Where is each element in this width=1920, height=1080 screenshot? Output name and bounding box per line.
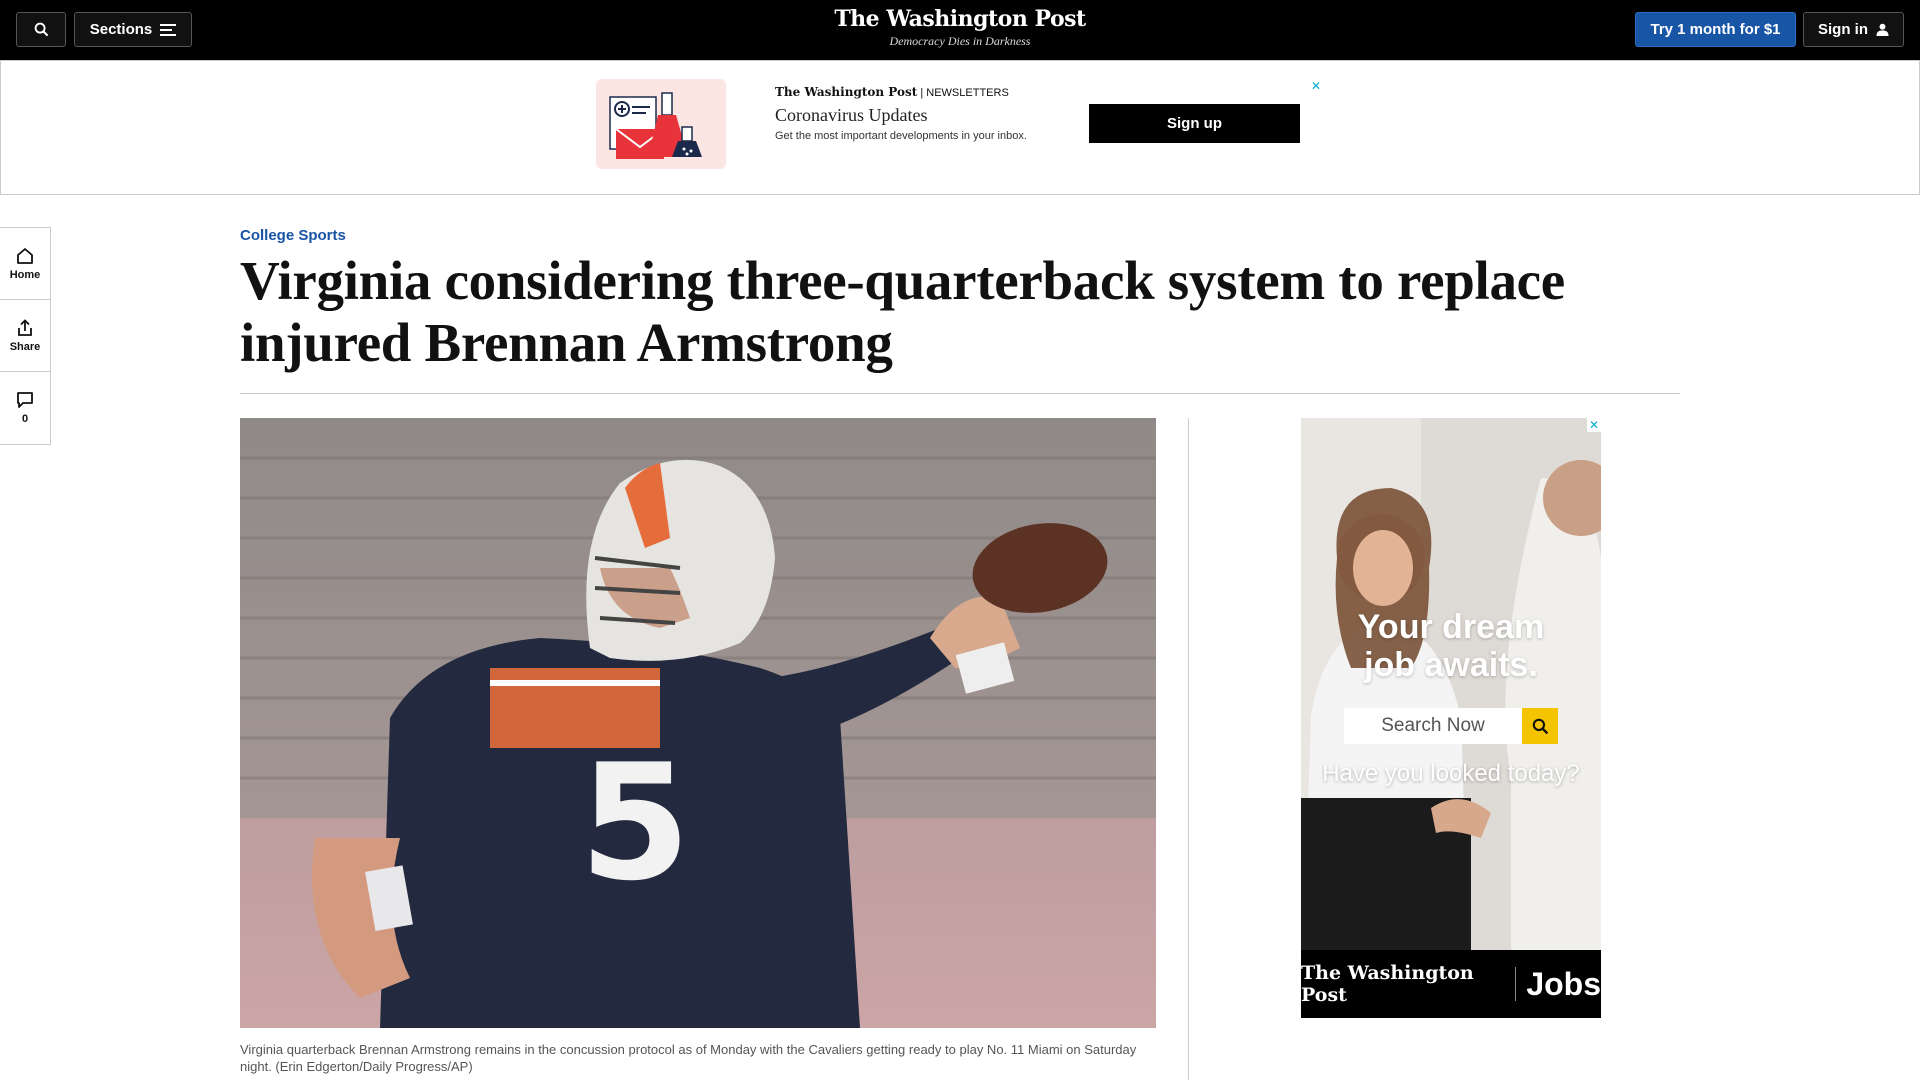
column-divider [1188,418,1189,1080]
newsletter-brand-name: The Washington Post [775,85,918,99]
jobs-ad-subline: Have you looked today? [1322,760,1580,787]
jobs-ad-search[interactable]: Search Now [1344,708,1558,744]
rail-home-label: Home [9,268,41,281]
photo-jersey-number: 5 [579,729,690,916]
sign-in-button[interactable]: Sign in [1803,12,1904,47]
jobs-ad-product: Jobs [1526,965,1601,1002]
sign-in-label: Sign in [1818,21,1868,38]
sections-button[interactable]: Sections [74,12,192,47]
newsletter-description: Get the most important developments in y… [775,130,1027,142]
rail-comments-count: 0 [21,413,29,425]
rail-share-button[interactable]: Share [0,300,50,372]
lead-photo: 5 [240,418,1156,1028]
jobs-ad-footer: The Washington Post Jobs [1301,950,1601,1018]
home-icon [17,247,33,264]
jobs-ad-separator [1515,967,1517,1001]
sections-label: Sections [89,21,153,38]
jobs-ad[interactable]: ✕ Your dream job awaits. Search Now Have… [1301,418,1601,1018]
jobs-ad-search-field[interactable]: Search Now [1344,708,1522,744]
jobs-ad-headline: Your dream job awaits. [1301,608,1601,684]
menu-icon [160,23,177,36]
top-navigation-bar: Sections The Washington Post Democracy D… [0,0,1920,60]
article-headline: Virginia considering three-quarterback s… [240,250,1565,373]
rail-comments-button[interactable]: 0 [0,372,50,444]
jobs-ad-search-button[interactable] [1522,708,1558,744]
headline-divider [240,393,1680,394]
subscribe-button[interactable]: Try 1 month for $1 [1635,12,1796,47]
article-kicker-link[interactable]: College Sports [240,227,346,244]
jobs-ad-headline-line1: Your dream [1357,608,1545,646]
newsletter-signup-button[interactable]: Sign up [1089,104,1300,143]
user-icon [1876,23,1889,36]
jobs-ad-brand: The Washington Post [1301,962,1474,1006]
newsletter-brand: The Washington Post | NEWSLETTERS [775,85,1009,99]
comment-icon [17,392,33,408]
search-icon [34,22,48,37]
search-button[interactable] [16,12,66,47]
close-icon[interactable]: ✕ [1309,79,1323,93]
rail-home-button[interactable]: Home [0,228,50,300]
brand-name: The Washington Post [834,6,1086,32]
photo-caption: Virginia quarterback Brennan Armstrong r… [240,1042,1137,1074]
newsletter-brand-suffix: | NEWSLETTERS [920,87,1009,99]
left-rail: Home Share 0 [0,227,51,445]
share-icon [18,318,32,336]
close-icon[interactable]: ✕ [1587,418,1601,432]
search-icon [1532,718,1548,734]
newsletter-title: Coronavirus Updates [775,105,928,125]
brand-tagline: Democracy Dies in Darkness [889,34,1031,48]
newsletter-illustration [596,79,726,169]
brand-logo-link[interactable]: The Washington Post Democracy Dies in Da… [760,6,1160,49]
jobs-ad-headline-line2: job awaits. [1364,646,1538,684]
newsletter-banner: The Washington Post | NEWSLETTERS Corona… [0,60,1920,195]
rail-share-label: Share [9,340,41,353]
